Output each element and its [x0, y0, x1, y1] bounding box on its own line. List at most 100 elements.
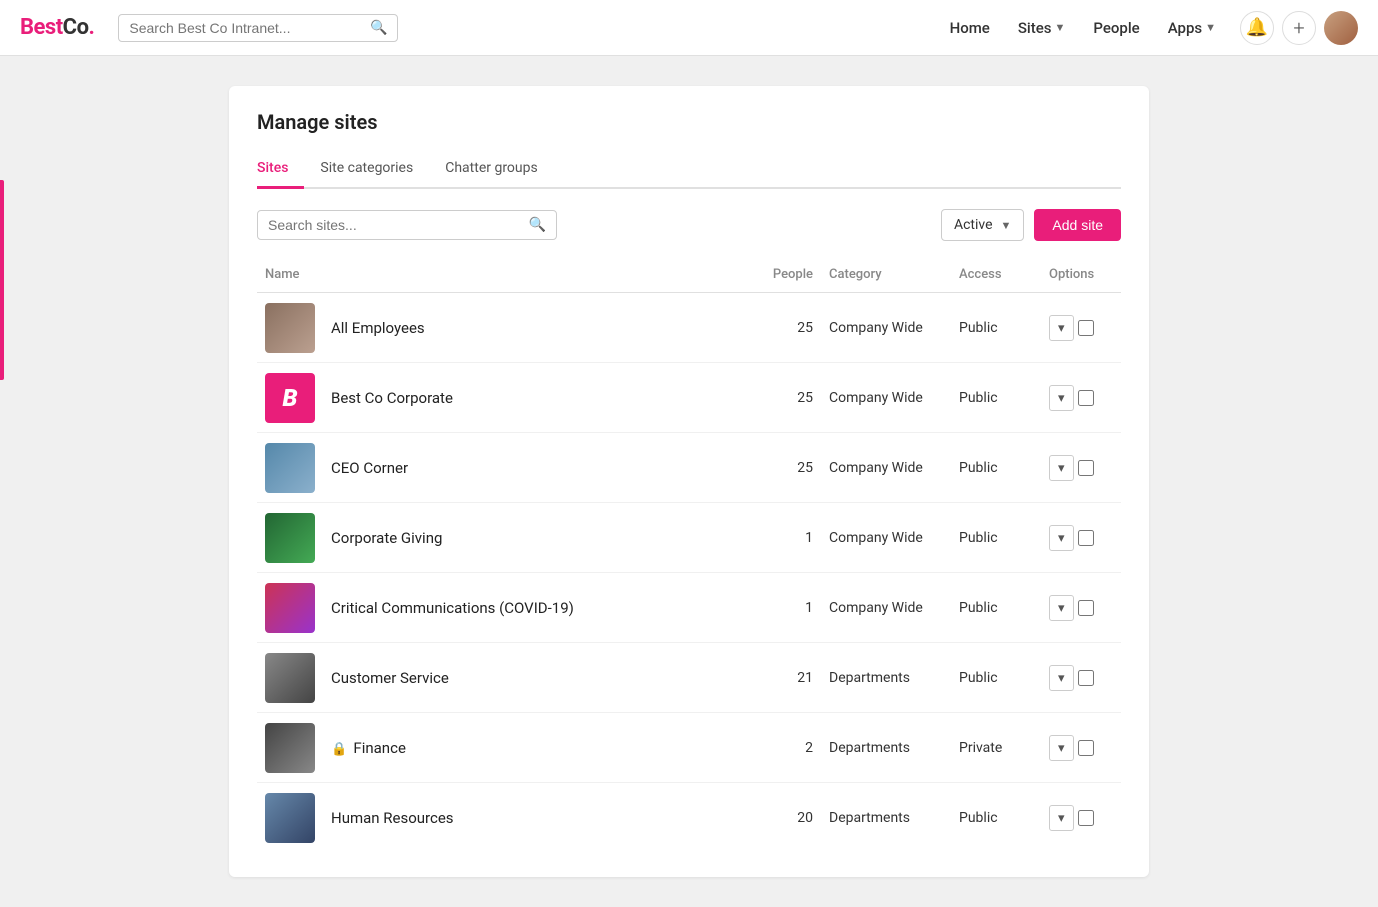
site-people-count: 21	[741, 643, 821, 713]
add-button[interactable]: +	[1282, 11, 1316, 45]
site-thumbnail-cell: B	[257, 363, 323, 433]
site-people-count: 20	[741, 783, 821, 853]
site-name-cell: Human Resources	[323, 783, 741, 853]
site-name-label: Corporate Giving	[331, 529, 442, 547]
site-people-count: 25	[741, 293, 821, 363]
site-access: Private	[951, 713, 1041, 783]
site-row-checkbox[interactable]	[1078, 810, 1094, 826]
site-name-label: Critical Communications (COVID-19)	[331, 599, 574, 617]
col-access: Access	[951, 261, 1041, 293]
site-options-dropdown-button[interactable]: ▾	[1049, 735, 1074, 761]
site-options-cell: ▾	[1041, 713, 1121, 783]
toolbar-right: Active ▼ Add site	[941, 209, 1121, 241]
site-options-dropdown-button[interactable]: ▾	[1049, 385, 1074, 411]
logo[interactable]: Best Co.	[20, 15, 94, 40]
site-options-group: ▾	[1049, 665, 1113, 691]
site-name-label: CEO Corner	[331, 459, 408, 477]
site-row-checkbox[interactable]	[1078, 460, 1094, 476]
tab-chatter-groups[interactable]: Chatter groups	[429, 152, 554, 189]
site-name-label: Customer Service	[331, 669, 449, 687]
col-name: Name	[257, 261, 741, 293]
site-thumbnail-cell	[257, 433, 323, 503]
notifications-bell-button[interactable]: 🔔	[1240, 11, 1274, 45]
nav-apps[interactable]: Apps ▼	[1156, 11, 1228, 45]
site-row-checkbox[interactable]	[1078, 740, 1094, 756]
site-row-checkbox[interactable]	[1078, 600, 1094, 616]
global-search-box: 🔍	[118, 14, 398, 42]
site-options-cell: ▾	[1041, 433, 1121, 503]
site-access: Public	[951, 573, 1041, 643]
site-name-cell: Critical Communications (COVID-19)	[323, 573, 741, 643]
tab-sites[interactable]: Sites	[257, 152, 304, 189]
table-row: Customer Service 21DepartmentsPublic ▾	[257, 643, 1121, 713]
global-search-input[interactable]	[129, 20, 370, 36]
site-category: Company Wide	[821, 573, 951, 643]
site-category: Departments	[821, 643, 951, 713]
site-row-checkbox[interactable]	[1078, 390, 1094, 406]
site-options-dropdown-button[interactable]: ▾	[1049, 315, 1074, 341]
site-category: Company Wide	[821, 363, 951, 433]
table-row: All Employees25Company WidePublic▾	[257, 293, 1121, 363]
site-people-count: 25	[741, 363, 821, 433]
site-name-label: Human Resources	[331, 809, 454, 827]
toolbar: 🔍 Active ▼ Add site	[257, 209, 1121, 241]
search-sites-box: 🔍	[257, 210, 557, 240]
col-people: People	[741, 261, 821, 293]
site-row-checkbox[interactable]	[1078, 670, 1094, 686]
nav-sites[interactable]: Sites ▼	[1006, 11, 1078, 45]
site-options-dropdown-button[interactable]: ▾	[1049, 665, 1074, 691]
site-category: Company Wide	[821, 293, 951, 363]
site-thumbnail	[265, 723, 315, 773]
user-avatar[interactable]	[1324, 11, 1358, 45]
site-options-cell: ▾	[1041, 363, 1121, 433]
tab-site-categories[interactable]: Site categories	[304, 152, 429, 189]
site-options-group: ▾	[1049, 315, 1113, 341]
site-name-cell: Best Co Corporate	[323, 363, 741, 433]
site-thumbnail: B	[265, 373, 315, 423]
site-access: Public	[951, 643, 1041, 713]
search-sites-icon: 🔍	[529, 217, 546, 233]
search-sites-input[interactable]	[268, 217, 529, 233]
apps-chevron-icon: ▼	[1205, 21, 1216, 34]
site-name-cell: Customer Service	[323, 643, 741, 713]
site-thumbnail	[265, 443, 315, 493]
site-options-cell: ▾	[1041, 783, 1121, 853]
page-title: Manage sites	[257, 110, 1121, 134]
site-thumbnail-cell	[257, 503, 323, 573]
lock-icon: 🔒	[331, 742, 350, 757]
site-name-cell: All Employees	[323, 293, 741, 363]
site-people-count: 25	[741, 433, 821, 503]
logo-co: Co	[63, 15, 89, 40]
site-options-cell: ▾	[1041, 643, 1121, 713]
site-options-cell: ▾	[1041, 503, 1121, 573]
global-search-icon: 🔍	[370, 20, 387, 36]
site-options-dropdown-button[interactable]: ▾	[1049, 455, 1074, 481]
status-label: Active	[954, 217, 993, 233]
site-options-dropdown-button[interactable]: ▾	[1049, 525, 1074, 551]
table-row: BBest Co Corporate25Company WidePublic▾	[257, 363, 1121, 433]
site-options-dropdown-button[interactable]: ▾	[1049, 805, 1074, 831]
add-site-button[interactable]: Add site	[1034, 209, 1121, 241]
site-thumbnail-cell	[257, 783, 323, 853]
site-name-cell: Corporate Giving	[323, 503, 741, 573]
site-access: Public	[951, 503, 1041, 573]
status-dropdown[interactable]: Active ▼	[941, 209, 1024, 241]
nav-home[interactable]: Home	[938, 11, 1002, 45]
table-row: Corporate Giving1Company WidePublic▾	[257, 503, 1121, 573]
site-options-dropdown-button[interactable]: ▾	[1049, 595, 1074, 621]
site-row-checkbox[interactable]	[1078, 530, 1094, 546]
site-options-group: ▾	[1049, 385, 1113, 411]
site-category: Departments	[821, 783, 951, 853]
site-category: Company Wide	[821, 503, 951, 573]
site-name-label: 🔒 Finance	[331, 739, 406, 757]
site-thumbnail-cell	[257, 713, 323, 783]
site-row-checkbox[interactable]	[1078, 320, 1094, 336]
nav-people[interactable]: People	[1081, 11, 1151, 45]
sites-chevron-icon: ▼	[1055, 21, 1066, 34]
site-options-group: ▾	[1049, 455, 1113, 481]
site-category: Company Wide	[821, 433, 951, 503]
site-options-cell: ▾	[1041, 573, 1121, 643]
site-options-group: ▾	[1049, 735, 1113, 761]
table-header: Name People Category Access Options	[257, 261, 1121, 293]
site-options-cell: ▾	[1041, 293, 1121, 363]
